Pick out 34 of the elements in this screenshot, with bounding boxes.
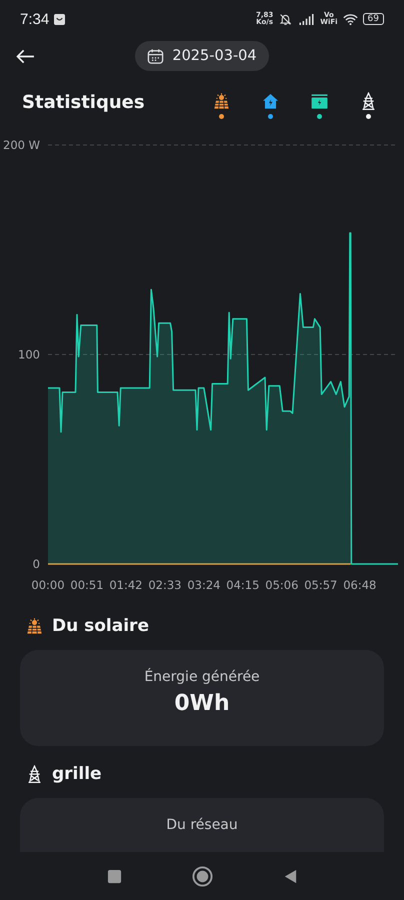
legend-toggle-icon[interactable] [310,92,328,111]
x-tick-label: 05:06 [265,578,298,592]
x-tick-label: 04:15 [226,578,260,592]
stat-label: Énergie générée [144,669,260,685]
y-tick-label: 0 [32,557,40,571]
x-tick-label: 03:24 [187,578,220,592]
back-arrow-icon[interactable] [16,49,35,64]
y-tick-label: 100 [18,348,40,362]
section-title: grille [52,764,102,784]
muted-bell-icon [278,12,294,26]
legend-toggle-icon[interactable] [212,92,230,111]
y-tick-label: 200 W [3,138,40,152]
clock-time: 7:34 [20,10,50,28]
x-tick-label: 06:48 [343,578,376,592]
section-title: Du solaire [52,616,149,636]
notification-icon [54,14,66,24]
signal-icon [298,14,316,24]
home-icon[interactable] [192,866,212,886]
recents-icon[interactable] [106,868,122,884]
battery-indicator: 69 [362,13,384,25]
wifi-icon [342,12,358,26]
legend-toggle-icon[interactable] [260,92,280,111]
stat-value: 0Wh [174,691,230,716]
x-tick-label: 02:33 [148,578,182,592]
x-tick-label: 01:42 [109,578,143,592]
date-picker-button[interactable]: 2025-03-04 [135,41,269,71]
x-tick-label: 00:51 [70,578,104,592]
x-tick-label: 05:57 [304,578,338,592]
calendar-icon [147,48,164,64]
x-tick-label: 00:00 [31,578,65,592]
stat-label: Du réseau [166,817,238,833]
section-icon [25,616,44,636]
back-icon[interactable] [282,868,298,884]
page-title: Statistiques [22,92,145,113]
